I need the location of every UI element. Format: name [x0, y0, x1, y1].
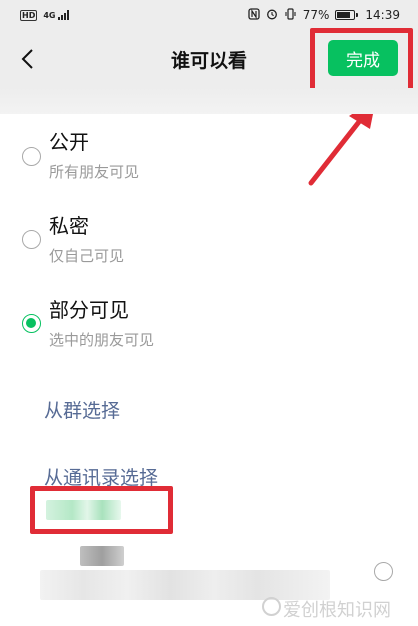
option-title: 私密	[49, 214, 89, 238]
select-from-contacts-link[interactable]: 从通讯录选择	[44, 463, 158, 490]
option-title: 公开	[49, 130, 89, 154]
nav-bar: 谁可以看 完成	[0, 30, 418, 88]
done-button[interactable]: 完成	[328, 40, 398, 76]
blurred-avatar-top	[80, 546, 124, 566]
status-bar: HD 4G 77% 14:39	[0, 0, 418, 30]
radio-private[interactable]	[22, 230, 41, 249]
select-from-group-link[interactable]: 从群选择	[44, 396, 120, 423]
signal-icon	[58, 10, 70, 20]
battery-percent: 77%	[302, 8, 330, 22]
clock: 14:39	[365, 8, 400, 22]
option-subtitle: 选中的朋友可见	[49, 331, 155, 349]
nfc-icon	[248, 7, 260, 23]
option-subtitle: 仅自己可见	[49, 247, 125, 265]
status-right: 77% 14:39	[248, 7, 400, 23]
battery-icon	[335, 10, 359, 20]
radio-contact[interactable]	[374, 562, 393, 581]
watermark: 爱创根知识网	[283, 600, 391, 621]
network-label: 4G	[43, 10, 56, 20]
radio-partial[interactable]	[22, 314, 41, 333]
header-divider	[0, 88, 418, 114]
blurred-selected-tag	[46, 500, 121, 520]
vibrate-icon	[284, 7, 297, 23]
hd-badge: HD	[20, 9, 38, 21]
option-public[interactable]: 公开 所有朋友可见	[0, 120, 418, 190]
alarm-icon	[266, 8, 278, 23]
radio-public[interactable]	[22, 147, 41, 166]
option-subtitle: 所有朋友可见	[49, 163, 140, 181]
status-left: HD 4G	[20, 9, 70, 21]
option-private[interactable]: 私密 仅自己可见	[0, 205, 418, 275]
option-partial[interactable]: 部分可见 选中的朋友可见	[0, 290, 418, 360]
watermark-logo	[262, 597, 281, 616]
option-title: 部分可见	[49, 298, 129, 322]
